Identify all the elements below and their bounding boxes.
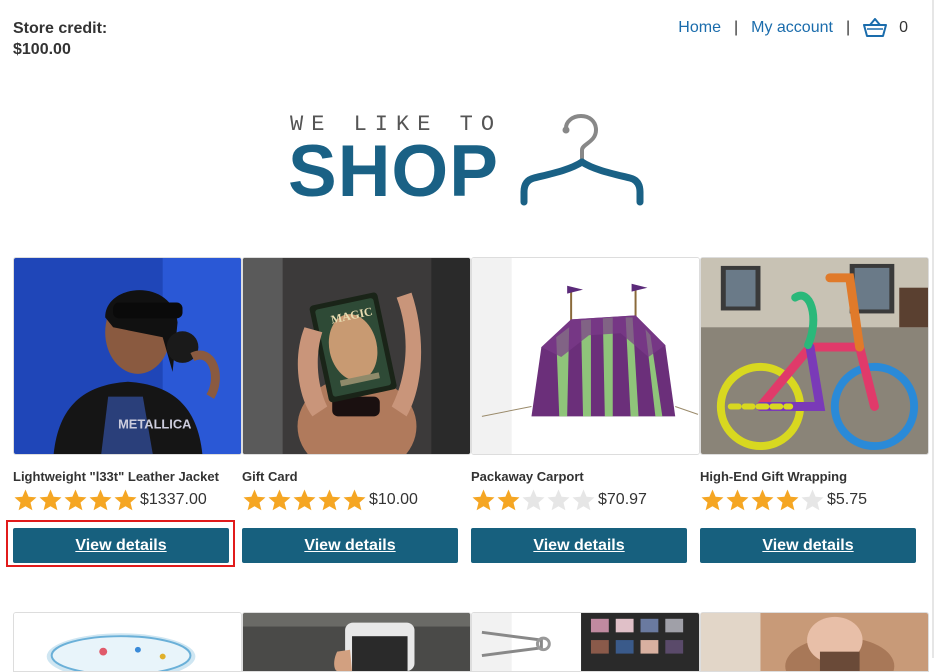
product-image[interactable] bbox=[700, 612, 929, 672]
product-name[interactable]: High-End Gift Wrapping bbox=[700, 469, 929, 484]
product-card: Packaway Carport $70.97 View details bbox=[471, 257, 700, 563]
star-filled-icon bbox=[89, 489, 112, 510]
star-filled-icon bbox=[268, 489, 291, 510]
star-empty-icon bbox=[801, 489, 824, 510]
star-filled-icon bbox=[701, 489, 724, 510]
product-rating: $10.00 bbox=[242, 487, 471, 513]
product-name[interactable]: Packaway Carport bbox=[471, 469, 700, 484]
product-rating: $1337.00 bbox=[13, 487, 242, 513]
store-credit-label: Store credit: bbox=[13, 20, 108, 37]
product-card: High-End Gift Wrapping $5.75 View detail… bbox=[700, 257, 929, 563]
product-image[interactable]: METALLICA bbox=[13, 257, 242, 455]
star-empty-icon bbox=[522, 489, 545, 510]
nav-separator: | bbox=[845, 19, 851, 36]
star-filled-icon bbox=[497, 489, 520, 510]
svg-text:METALLICA: METALLICA bbox=[118, 416, 191, 431]
product-image[interactable]: MAGIC bbox=[242, 257, 471, 455]
star-filled-icon bbox=[751, 489, 774, 510]
product-image[interactable] bbox=[471, 257, 700, 455]
product-card: METALLICA Lightweight "l33t" Leather Jac… bbox=[13, 257, 242, 563]
product-rating: $5.75 bbox=[700, 487, 929, 513]
product-price: $1337.00 bbox=[140, 491, 207, 508]
star-filled-icon bbox=[472, 489, 495, 510]
product-image[interactable] bbox=[242, 612, 471, 672]
hanger-icon bbox=[520, 113, 644, 206]
cart-count: 0 bbox=[899, 19, 908, 36]
view-details-button[interactable]: View details bbox=[471, 528, 687, 563]
star-rating bbox=[700, 488, 825, 513]
store-credit: Store credit: $100.00 bbox=[13, 18, 107, 60]
basket-icon[interactable] bbox=[863, 18, 888, 38]
view-details-button[interactable]: View details bbox=[700, 528, 916, 563]
star-filled-icon bbox=[776, 489, 799, 510]
product-image[interactable] bbox=[471, 612, 700, 672]
product-image[interactable] bbox=[700, 257, 929, 455]
product-price: $10.00 bbox=[369, 491, 418, 508]
star-filled-icon bbox=[64, 489, 87, 510]
star-filled-icon bbox=[343, 489, 366, 510]
logo-word: SHOP bbox=[288, 131, 499, 212]
product-image[interactable] bbox=[13, 612, 242, 672]
star-filled-icon bbox=[14, 489, 37, 510]
star-rating bbox=[13, 488, 138, 513]
star-filled-icon bbox=[318, 489, 341, 510]
star-filled-icon bbox=[39, 489, 62, 510]
top-nav: Home | My account | 0 bbox=[678, 18, 908, 38]
product-rating: $70.97 bbox=[471, 487, 700, 513]
star-filled-icon bbox=[114, 489, 137, 510]
product-name[interactable]: Gift Card bbox=[242, 469, 471, 484]
product-name[interactable]: Lightweight "l33t" Leather Jacket bbox=[13, 469, 242, 484]
store-credit-value: $100.00 bbox=[13, 41, 71, 58]
product-price: $70.97 bbox=[598, 491, 647, 508]
star-filled-icon bbox=[243, 489, 266, 510]
home-link[interactable]: Home bbox=[678, 19, 721, 37]
focus-highlight bbox=[6, 520, 235, 567]
my-account-link[interactable]: My account bbox=[751, 19, 833, 37]
site-logo[interactable]: WE LIKE TO SHOP bbox=[288, 108, 648, 208]
star-empty-icon bbox=[547, 489, 570, 510]
star-rating bbox=[242, 488, 367, 513]
star-filled-icon bbox=[293, 489, 316, 510]
product-card: MAGIC Gift Card $10.00 View details bbox=[242, 257, 471, 563]
nav-separator: | bbox=[733, 19, 739, 36]
star-filled-icon bbox=[726, 489, 749, 510]
star-empty-icon bbox=[572, 489, 595, 510]
product-price: $5.75 bbox=[827, 491, 868, 508]
view-details-button[interactable]: View details bbox=[242, 528, 458, 563]
star-rating bbox=[471, 488, 596, 513]
